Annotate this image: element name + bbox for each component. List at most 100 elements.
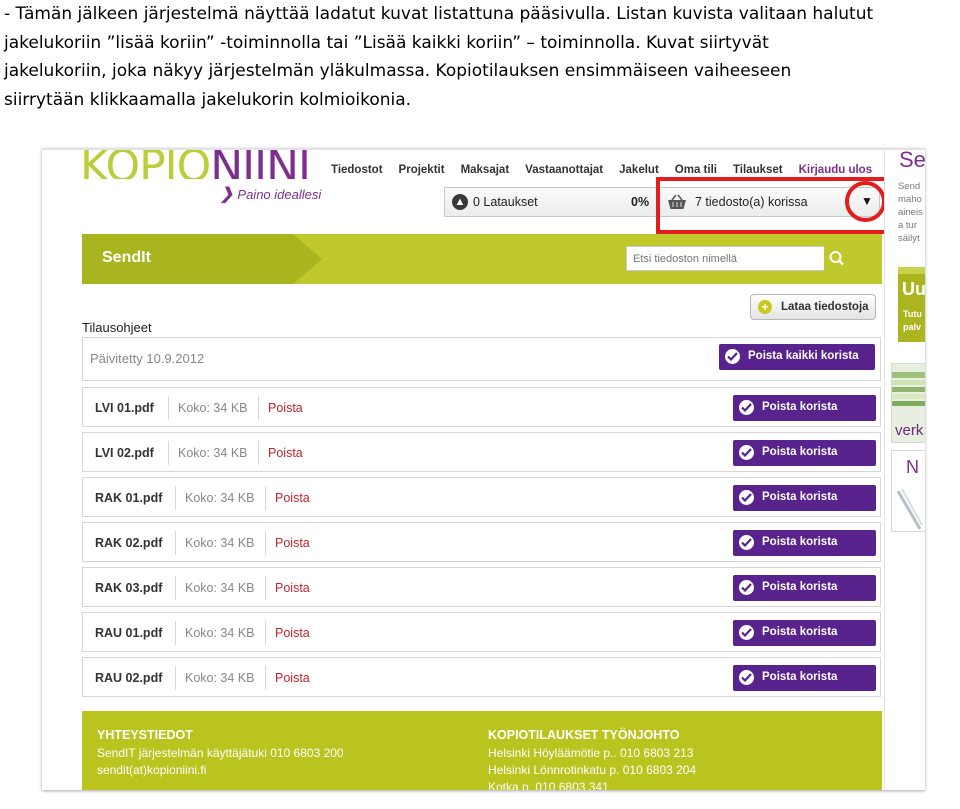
upload-progress: 0% xyxy=(631,195,650,209)
remove-from-cart-label: Poista korista xyxy=(762,536,838,548)
file-row: RAU 02.pdf Koko: 34 KB Poista Poista kor… xyxy=(82,657,881,697)
remove-from-cart-button[interactable]: Poista korista xyxy=(733,530,876,556)
remove-from-cart-button[interactable]: Poista korista xyxy=(733,395,876,421)
file-row: RAK 03.pdf Koko: 34 KB Poista Poista kor… xyxy=(82,567,881,607)
orders-heading: KOPIOTILAUKSET TYÖNJOHTO xyxy=(488,728,680,742)
top-navigation: Tiedostot Projektit Maksajat Vastaanotta… xyxy=(331,164,872,176)
file-name[interactable]: LVI 01.pdf xyxy=(95,401,154,415)
remove-from-cart-label: Poista korista xyxy=(762,446,838,458)
file-row: RAU 01.pdf Koko: 34 KB Poista Poista kor… xyxy=(82,612,881,652)
promo-image-2[interactable]: N xyxy=(891,450,925,532)
divider xyxy=(175,576,176,600)
file-list: LVI 01.pdf Koko: 34 KB Poista Poista kor… xyxy=(82,382,881,697)
divider xyxy=(175,666,176,690)
promo-box[interactable]: Uu Tutu palv xyxy=(898,267,925,342)
file-size: Koko: 34 KB xyxy=(185,581,255,595)
divider xyxy=(265,576,266,600)
orders-line: Helsinki Höyläämötie p.. 010 6803 213 xyxy=(488,746,694,760)
chevron-right-icon: ❯ xyxy=(220,186,234,203)
divider xyxy=(258,441,259,465)
promo-title: Uu xyxy=(902,279,925,299)
divider xyxy=(168,441,169,465)
delete-file-link[interactable]: Poista xyxy=(275,491,310,505)
divider xyxy=(168,396,169,420)
delete-file-link[interactable]: Poista xyxy=(275,671,310,685)
upload-arrow-icon: ▲ xyxy=(452,194,468,210)
logout-link[interactable]: Kirjaudu ulos xyxy=(799,164,872,176)
search-button[interactable] xyxy=(824,246,850,271)
divider xyxy=(175,621,176,645)
promo-line: Tutu xyxy=(903,309,922,319)
remove-from-cart-button[interactable]: Poista korista xyxy=(733,575,876,601)
nav-item-recipients[interactable]: Vastaanottajat xyxy=(525,164,603,176)
logo-part2: NIINI xyxy=(210,148,310,179)
divider xyxy=(265,666,266,690)
nav-item-account[interactable]: Oma tili xyxy=(675,164,717,176)
check-icon xyxy=(739,670,754,685)
file-name[interactable]: RAK 02.pdf xyxy=(95,536,162,550)
remove-from-cart-button[interactable]: Poista korista xyxy=(733,440,876,466)
file-size: Koko: 34 KB xyxy=(185,671,255,685)
updated-date: Päivitetty 10.9.2012 xyxy=(90,351,205,366)
file-row: RAK 02.pdf Koko: 34 KB Poista Poista kor… xyxy=(82,522,881,562)
upload-files-button[interactable]: + Lataa tiedostoja xyxy=(750,294,876,320)
search-input[interactable] xyxy=(627,247,835,270)
promo-text: Tutu palv xyxy=(903,308,922,334)
check-icon xyxy=(739,490,754,505)
delete-file-link[interactable]: Poista xyxy=(275,536,310,550)
file-size: Koko: 34 KB xyxy=(185,491,255,505)
file-name[interactable]: RAU 01.pdf xyxy=(95,626,162,640)
contact-email[interactable]: sendit(at)kopioniini.fi xyxy=(97,763,206,777)
delete-file-link[interactable]: Poista xyxy=(268,401,303,415)
file-size: Koko: 34 KB xyxy=(185,536,255,550)
remove-all-from-cart-button[interactable]: Poista kaikki korista xyxy=(719,344,875,370)
divider xyxy=(175,531,176,555)
delete-file-link[interactable]: Poista xyxy=(268,446,303,460)
remove-all-label: Poista kaikki korista xyxy=(748,350,859,362)
nav-item-distributions[interactable]: Jakelut xyxy=(619,164,659,176)
file-name[interactable]: RAK 03.pdf xyxy=(95,581,162,595)
file-size: Koko: 34 KB xyxy=(178,401,248,415)
order-instructions-link[interactable]: Tilausohjeet xyxy=(82,320,152,335)
instruction-line: siirrytään klikkaamalla jakelukorin kolm… xyxy=(4,89,412,110)
divider xyxy=(265,486,266,510)
highlight-circle xyxy=(845,181,886,222)
sidebar-heading: Ser xyxy=(899,150,925,172)
nav-item-projects[interactable]: Projektit xyxy=(399,164,445,176)
nav-item-files[interactable]: Tiedostot xyxy=(331,164,383,176)
promo-image[interactable]: verk xyxy=(891,363,925,443)
check-icon xyxy=(739,400,754,415)
file-row: LVI 02.pdf Koko: 34 KB Poista Poista kor… xyxy=(82,432,881,472)
instruction-text: - Tämän jälkeen järjestelmä näyttää lada… xyxy=(4,0,960,114)
file-name[interactable]: RAU 02.pdf xyxy=(95,671,162,685)
remove-from-cart-button[interactable]: Poista korista xyxy=(733,485,876,511)
page-title: SendIt xyxy=(102,249,151,266)
remove-from-cart-label: Poista korista xyxy=(762,401,838,413)
divider xyxy=(265,621,266,645)
instruction-line: jakelukoriin, joka näkyy järjestelmän yl… xyxy=(4,61,792,81)
remove-from-cart-label: Poista korista xyxy=(762,581,838,593)
file-name[interactable]: LVI 02.pdf xyxy=(95,446,154,460)
check-icon xyxy=(725,349,740,364)
file-row: LVI 01.pdf Koko: 34 KB Poista Poista kor… xyxy=(82,387,881,427)
delete-file-link[interactable]: Poista xyxy=(275,581,310,595)
remove-from-cart-button[interactable]: Poista korista xyxy=(733,620,876,646)
book-pages-image xyxy=(892,372,925,406)
file-name[interactable]: RAK 01.pdf xyxy=(95,491,162,505)
divider xyxy=(265,531,266,555)
delete-file-link[interactable]: Poista xyxy=(275,626,310,640)
remove-from-cart-label: Poista korista xyxy=(762,491,838,503)
contact-line: SendIT järjestelmän käyttäjätuki 010 680… xyxy=(97,746,344,760)
logo[interactable]: KOPIONIINI xyxy=(80,148,310,179)
instruction-line: - Tämän jälkeen järjestelmä näyttää lada… xyxy=(4,4,874,24)
remove-from-cart-button[interactable]: Poista korista xyxy=(733,665,876,691)
sidebar-text: säilyt xyxy=(898,233,920,244)
footer: YHTEYSTIEDOT SendIT järjestelmän käyttäj… xyxy=(82,711,882,790)
nav-item-orders[interactable]: Tilaukset xyxy=(733,164,783,176)
promo-image-text: verk xyxy=(895,422,924,439)
sidebar-text: Send xyxy=(898,181,921,192)
divider xyxy=(258,396,259,420)
nav-item-payers[interactable]: Maksajat xyxy=(461,164,510,176)
promo-image-2-text: N xyxy=(906,457,919,477)
sidebar-text: aineis xyxy=(898,207,923,218)
